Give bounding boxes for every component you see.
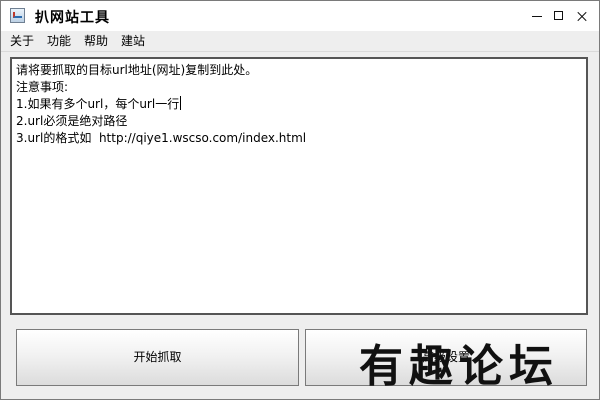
url-textarea[interactable]: 请将要抓取的目标url地址(网址)复制到此处。 注意事项: 1.如果有多个url… [10,57,588,315]
menu-features[interactable]: 功能 [47,33,71,49]
menu-bar: 关于 功能 帮助 建站 [1,31,599,52]
close-icon[interactable] [573,7,591,25]
text-caret [180,96,182,110]
menu-build-site[interactable]: 建站 [121,33,145,49]
textarea-line: 注意事项: [16,80,69,94]
forum-watermark: 有趣论坛 [359,341,559,392]
java-app-icon [10,8,25,23]
title-bar[interactable]: 扒网站工具 [1,1,599,31]
menu-help[interactable]: 帮助 [84,33,108,49]
app-window: 扒网站工具 关于 功能 帮助 建站 请将要抓取的目标url地址(网址)复制到此处… [0,0,600,400]
textarea-line-text: 1.如果有多个url，每个url一行 [16,97,180,111]
textarea-line: 请将要抓取的目标url地址(网址)复制到此处。 [16,63,258,77]
minimize-icon[interactable] [528,7,546,25]
textarea-line: 3.url的格式如 http://qiye1.wscso.com/index.h… [16,131,307,145]
start-scrape-button[interactable]: 开始抓取 [16,329,299,386]
window-title: 扒网站工具 [35,10,110,26]
menu-about[interactable]: 关于 [10,33,34,49]
maximize-icon[interactable] [550,7,568,25]
textarea-line: 2.url必须是绝对路径 [16,114,128,128]
textarea-line: 1.如果有多个url，每个url一行 [16,96,582,113]
